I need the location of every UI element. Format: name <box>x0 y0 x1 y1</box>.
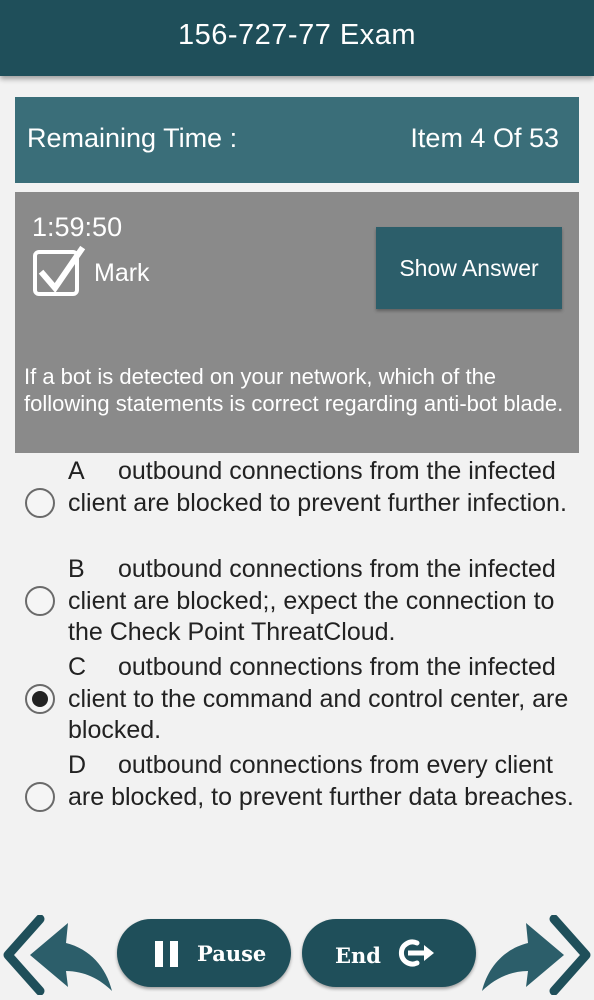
option-c[interactable]: Coutbound connections from the infected … <box>0 652 594 750</box>
option-a[interactable]: Aoutbound connections from the infected … <box>0 456 594 554</box>
end-button[interactable]: End <box>302 919 476 987</box>
option-text: outbound connections from the infected c… <box>68 555 556 646</box>
option-letter: C <box>68 653 87 681</box>
footer-nav: Pause End <box>0 905 594 1000</box>
option-text: outbound connections from every client a… <box>68 751 574 811</box>
exit-icon <box>398 939 434 967</box>
show-answer-button[interactable]: Show Answer <box>376 227 562 309</box>
remaining-time-label: Remaining Time : <box>27 123 238 153</box>
next-arrow-icon[interactable] <box>480 915 592 995</box>
app-header: 156-727-77 Exam <box>0 0 594 76</box>
info-bar: Remaining Time : Item 4 Of 53 <box>15 97 579 183</box>
option-b[interactable]: Boutbound connections from the infected … <box>0 554 594 652</box>
option-letter: B <box>68 555 85 583</box>
pause-label: Pause <box>197 941 267 966</box>
radio-option-c[interactable] <box>25 684 55 714</box>
option-letter: A <box>68 457 85 485</box>
exam-title: 156-727-77 Exam <box>177 19 417 51</box>
question-text: If a bot is detected on your network, wh… <box>15 346 579 453</box>
radio-option-a[interactable] <box>25 488 55 518</box>
countdown-timer: 1:59:50 <box>32 212 123 242</box>
radio-option-b[interactable] <box>25 586 55 616</box>
radio-option-d[interactable] <box>25 782 55 812</box>
item-counter: Item 4 Of 53 <box>410 123 559 153</box>
option-text: outbound connections from the infected c… <box>68 457 567 517</box>
previous-arrow-icon[interactable] <box>2 915 114 995</box>
mark-checkbox[interactable] <box>33 245 86 296</box>
end-label: End <box>335 943 381 968</box>
mark-label[interactable]: Mark <box>94 259 150 288</box>
pause-icon <box>155 941 178 967</box>
option-d[interactable]: Doutbound connections from every client … <box>0 750 594 848</box>
control-panel: 1:59:50 Mark Show Answer <box>15 192 579 346</box>
pause-button[interactable]: Pause <box>117 919 291 987</box>
option-text: outbound connections from the infected c… <box>68 653 569 744</box>
checkmark-icon <box>38 245 86 293</box>
answer-options: Aoutbound connections from the infected … <box>0 456 594 848</box>
option-letter: D <box>68 751 87 779</box>
